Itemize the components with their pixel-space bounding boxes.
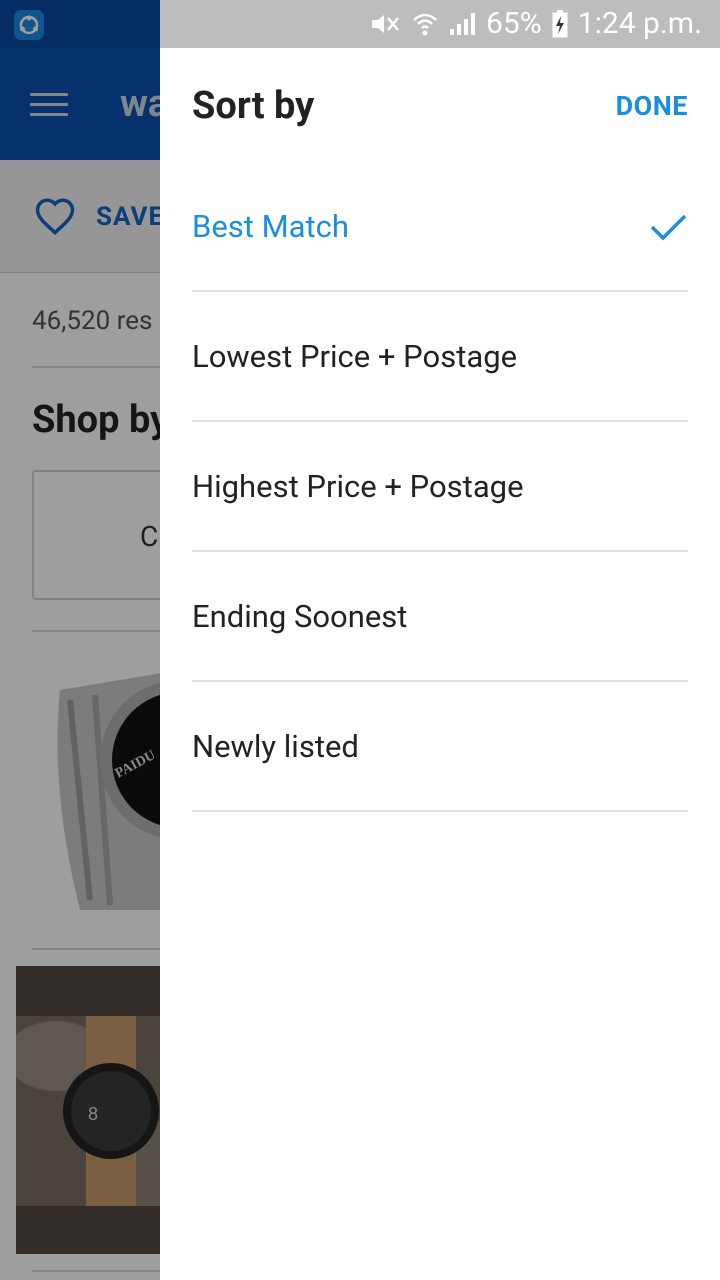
sort-option-label: Highest Price + Postage <box>192 467 524 505</box>
sort-option-highest-price[interactable]: Highest Price + Postage <box>192 422 688 552</box>
sort-option-label: Lowest Price + Postage <box>192 337 518 375</box>
status-bar: 65% 1:24 p.m. <box>160 0 720 48</box>
panel-title: Sort by <box>192 84 315 128</box>
sort-option-lowest-price[interactable]: Lowest Price + Postage <box>192 292 688 422</box>
done-button[interactable]: DONE <box>616 90 688 122</box>
status-time: 1:24 p.m. <box>577 6 702 41</box>
signal-icon <box>450 12 476 35</box>
wifi-icon <box>413 13 437 35</box>
mute-icon <box>372 14 399 33</box>
sort-option-best-match[interactable]: Best Match <box>192 162 688 292</box>
sort-option-label: Best Match <box>192 207 349 245</box>
sort-option-ending-soonest[interactable]: Ending Soonest <box>192 552 688 682</box>
sort-option-label: Newly listed <box>192 727 359 765</box>
battery-charging-icon <box>552 9 568 37</box>
sort-option-label: Ending Soonest <box>192 597 408 635</box>
checkmark-icon <box>650 214 687 241</box>
sort-option-newly-listed[interactable]: Newly listed <box>192 682 688 812</box>
battery-percent: 65% <box>486 6 542 41</box>
